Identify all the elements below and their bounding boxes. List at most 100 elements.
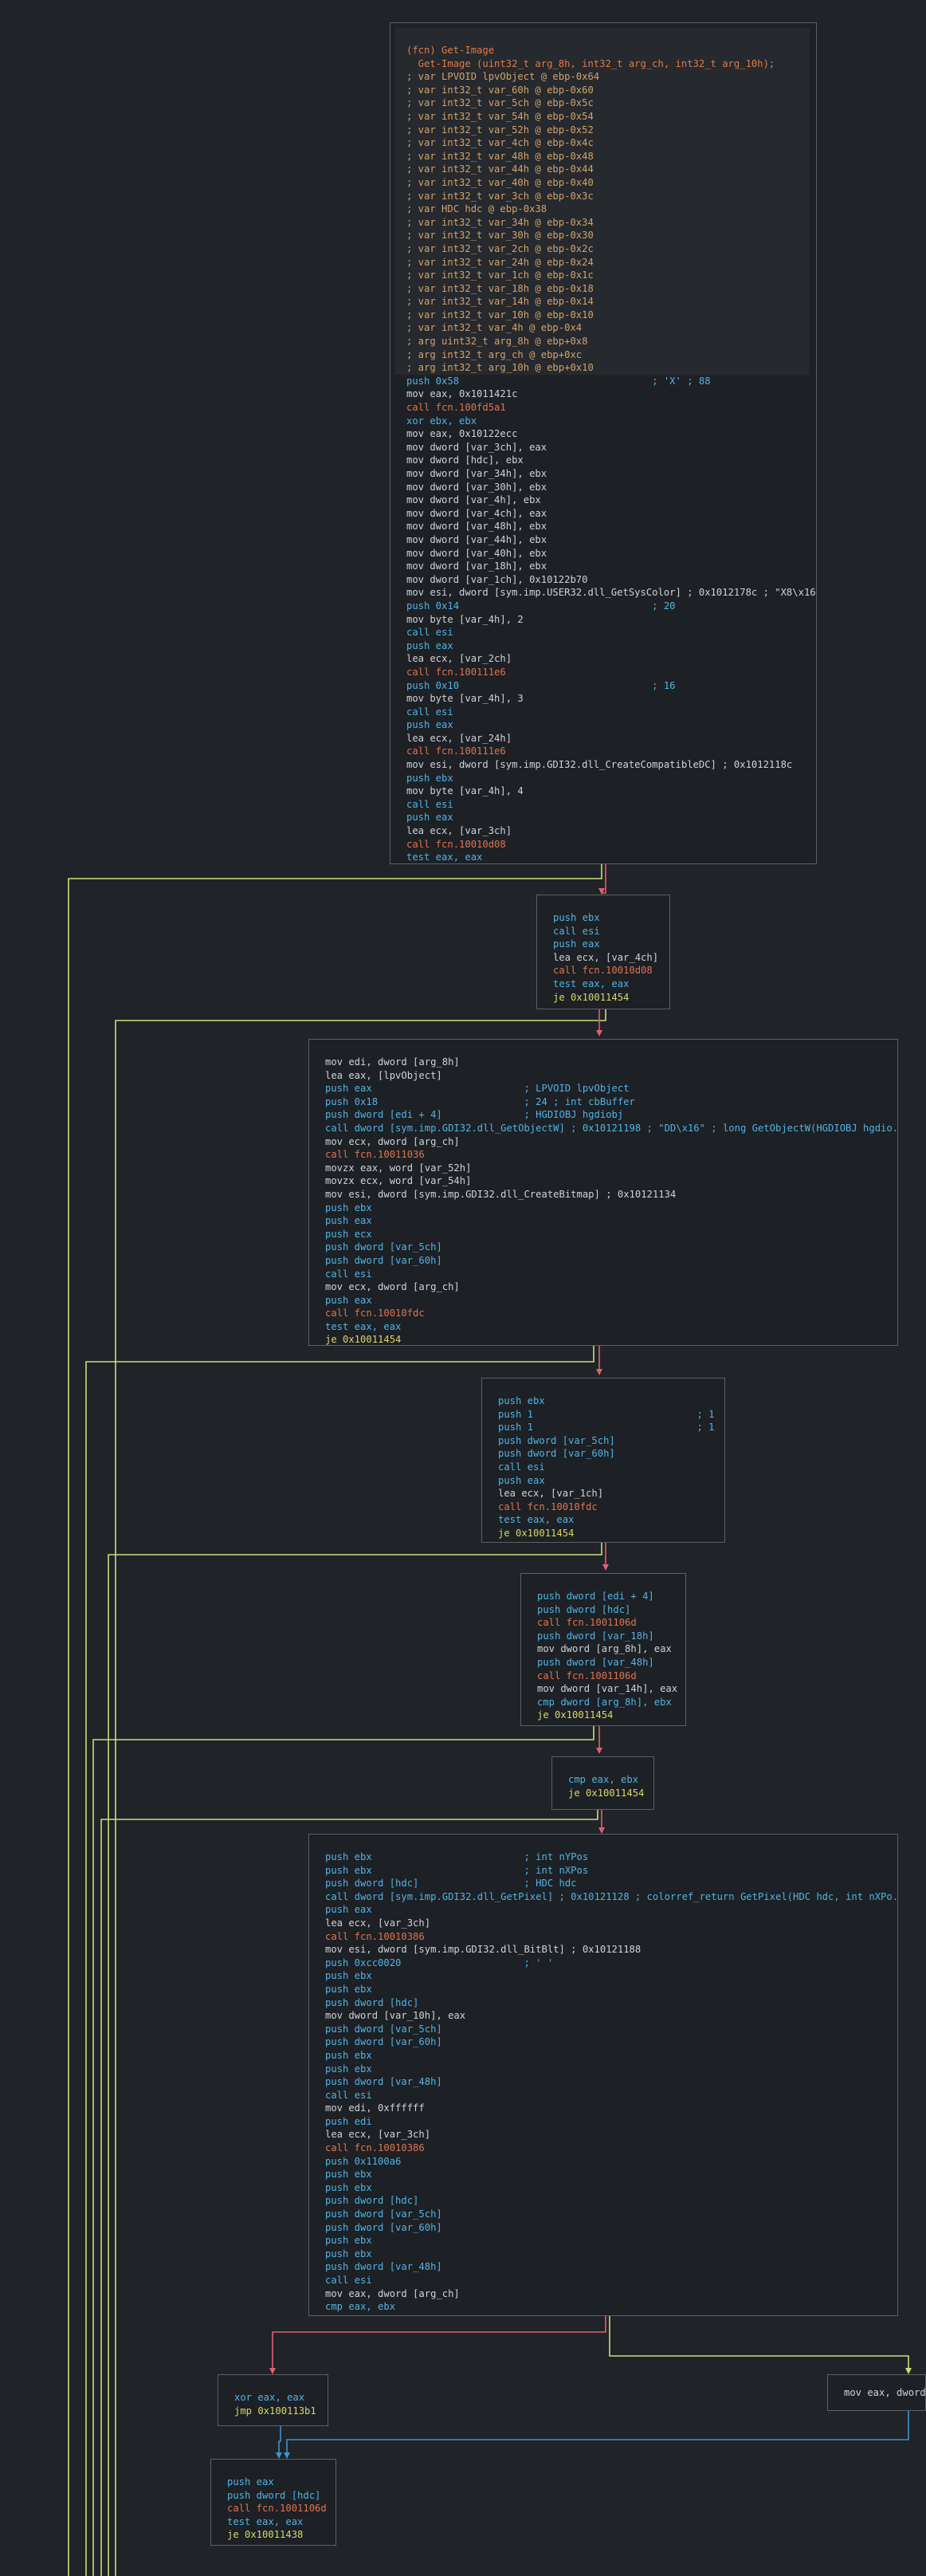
instruction-line[interactable]: mov dword [hdc], ebx bbox=[406, 454, 816, 467]
code-block-8[interactable]: mov eax, dword bbox=[827, 2374, 926, 2411]
variable-comment-line[interactable]: ; var int32_t var_52h @ ebp-0x52 bbox=[406, 124, 816, 137]
instruction-line[interactable]: lea ecx, [var_24h] bbox=[406, 732, 816, 745]
instruction-line[interactable]: push ebx bbox=[325, 2049, 897, 2063]
instruction-line[interactable]: mov ecx, dword [arg_ch] bbox=[325, 1135, 897, 1149]
call-instruction-line[interactable]: call fcn.100fd5a1 bbox=[406, 401, 816, 415]
instruction-line[interactable]: push 0x10 ; 16 bbox=[406, 679, 816, 693]
instruction-line[interactable]: mov dword [var_18h], ebx bbox=[406, 560, 816, 573]
instruction-line[interactable]: push eax bbox=[325, 1903, 897, 1917]
instruction-line[interactable]: test eax, eax bbox=[406, 851, 816, 863]
branch-instruction-line[interactable]: je 0x10011454 bbox=[568, 1787, 644, 1800]
instruction-line[interactable]: mov dword [var_10h], eax bbox=[325, 2009, 897, 2023]
instruction-line[interactable]: mov esi, dword [sym.imp.USER32.dll_GetSy… bbox=[406, 586, 816, 600]
instruction-line[interactable]: push 0xcc0020 ; ' ' bbox=[325, 1957, 897, 1970]
call-instruction-line[interactable]: call fcn.1001106d bbox=[537, 1669, 677, 1683]
instruction-line[interactable]: push ebx bbox=[325, 1969, 897, 1983]
instruction-line[interactable]: push eax bbox=[553, 938, 658, 951]
instruction-line[interactable]: mov eax, dword [arg_ch] bbox=[325, 2287, 897, 2301]
instruction-line[interactable]: cmp eax, ebx bbox=[568, 1773, 644, 1787]
instruction-line[interactable]: push eax bbox=[227, 2476, 327, 2489]
instruction-line[interactable]: push dword [hdc] ; HDC hdc bbox=[325, 1877, 897, 1890]
variable-comment-line[interactable]: ; arg int32_t arg_ch @ ebp+0xc bbox=[406, 348, 816, 362]
instruction-line[interactable]: lea ecx, [var_3ch] bbox=[325, 1917, 897, 1930]
instruction-line[interactable]: xor ebx, ebx bbox=[406, 415, 816, 428]
instruction-line[interactable]: movzx ecx, word [var_54h] bbox=[325, 1174, 897, 1188]
call-instruction-line[interactable]: call fcn.100111e6 bbox=[406, 745, 816, 758]
function-signature-line[interactable]: (fcn) Get-Image bbox=[406, 44, 816, 57]
instruction-line[interactable]: mov ecx, dword [arg_ch] bbox=[325, 1280, 897, 1294]
call-instruction-line[interactable]: call fcn.10010386 bbox=[325, 2141, 897, 2155]
instruction-line[interactable]: cmp dword [arg_8h], ebx bbox=[537, 1696, 677, 1709]
instruction-line[interactable]: push eax bbox=[325, 1294, 897, 1308]
instruction-line[interactable]: lea ecx, [var_1ch] bbox=[498, 1487, 715, 1500]
variable-comment-line[interactable]: ; arg uint32_t arg_8h @ ebp+0x8 bbox=[406, 335, 816, 348]
instruction-line[interactable]: push ebx bbox=[553, 911, 658, 925]
instruction-line[interactable]: lea eax, [lpvObject] bbox=[325, 1069, 897, 1083]
instruction-line[interactable]: push ebx bbox=[325, 2248, 897, 2261]
instruction-line[interactable]: lea ecx, [var_3ch] bbox=[325, 2128, 897, 2141]
variable-comment-line[interactable]: ; var int32_t var_60h @ ebp-0x60 bbox=[406, 84, 816, 97]
instruction-line[interactable]: mov dword [var_30h], ebx bbox=[406, 481, 816, 494]
instruction-line[interactable]: cmp eax, ebx bbox=[325, 2300, 897, 2314]
call-instruction-line[interactable]: call fcn.100111e6 bbox=[406, 666, 816, 679]
instruction-line[interactable]: mov dword [var_4ch], eax bbox=[406, 507, 816, 521]
instruction-line[interactable]: push edi bbox=[325, 2115, 897, 2129]
instruction-line[interactable]: push eax bbox=[406, 718, 816, 732]
code-block-7[interactable]: xor eax, eax jmp 0x100113b1 bbox=[218, 2374, 328, 2426]
instruction-line[interactable]: mov edi, 0xffffff bbox=[325, 2102, 897, 2115]
instruction-line[interactable]: push 1 ; 1 bbox=[498, 1408, 715, 1422]
variable-comment-line[interactable]: ; arg int32_t arg_10h @ ebp+0x10 bbox=[406, 361, 816, 375]
instruction-line[interactable]: call esi bbox=[406, 798, 816, 812]
instruction-line[interactable]: push ebx ; int nXPos bbox=[325, 1864, 897, 1878]
call-instruction-line[interactable]: call fcn.1001106d bbox=[537, 1616, 677, 1630]
instruction-line[interactable]: push ebx bbox=[498, 1394, 715, 1408]
instruction-line[interactable]: push ebx bbox=[325, 2181, 897, 2195]
instruction-line[interactable]: mov dword [var_44h], ebx bbox=[406, 533, 816, 547]
instruction-line[interactable]: call dword [sym.imp.GDI32.dll_GetPixel] … bbox=[325, 1890, 897, 1904]
instruction-line[interactable]: test eax, eax bbox=[325, 1320, 897, 1334]
instruction-line[interactable]: push dword [var_5ch] bbox=[325, 2023, 897, 2036]
instruction-line[interactable]: push ebx ; int nYPos bbox=[325, 1850, 897, 1864]
variable-comment-line[interactable]: ; var int32_t var_10h @ ebp-0x10 bbox=[406, 309, 816, 322]
instruction-line[interactable]: mov esi, dword [sym.imp.GDI32.dll_Create… bbox=[406, 758, 816, 772]
instruction-line[interactable]: push ebx bbox=[325, 1201, 897, 1215]
call-instruction-line[interactable]: call fcn.10010d08 bbox=[406, 838, 816, 851]
variable-comment-line[interactable]: ; var int32_t var_4h @ ebp-0x4 bbox=[406, 321, 816, 335]
call-instruction-line[interactable]: call fcn.10010fdc bbox=[325, 1307, 897, 1320]
instruction-line[interactable]: push dword [var_60h] bbox=[325, 2221, 897, 2235]
instruction-line[interactable]: push ebx bbox=[406, 772, 816, 785]
function-signature-line[interactable]: Get-Image (uint32_t arg_8h, int32_t arg_… bbox=[406, 57, 816, 71]
call-instruction-line[interactable]: call fcn.10010386 bbox=[325, 1930, 897, 1944]
instruction-line[interactable]: push dword [hdc] bbox=[537, 1603, 677, 1617]
instruction-line[interactable]: push eax ; LPVOID lpvObject bbox=[325, 1082, 897, 1095]
instruction-line[interactable]: mov dword [arg_8h], eax bbox=[537, 1642, 677, 1656]
code-block-entry[interactable]: (fcn) Get-Image Get-Image (uint32_t arg_… bbox=[390, 22, 817, 864]
instruction-line[interactable]: push dword [var_5ch] bbox=[325, 2208, 897, 2221]
instruction-line[interactable]: mov dword [var_34h], ebx bbox=[406, 467, 816, 481]
variable-comment-line[interactable]: ; var int32_t var_34h @ ebp-0x34 bbox=[406, 216, 816, 230]
instruction-line[interactable]: mov eax, 0x1011421c bbox=[406, 387, 816, 401]
variable-comment-line[interactable]: ; var int32_t var_30h @ ebp-0x30 bbox=[406, 229, 816, 242]
instruction-line[interactable]: mov eax, dword bbox=[844, 2386, 925, 2400]
instruction-line[interactable]: call esi bbox=[325, 2274, 897, 2287]
instruction-line[interactable]: push dword [var_5ch] bbox=[325, 1241, 897, 1254]
instruction-line[interactable]: call esi bbox=[406, 626, 816, 639]
instruction-line[interactable]: mov dword [var_14h], eax bbox=[537, 1682, 677, 1696]
instruction-line[interactable]: push 1 ; 1 bbox=[498, 1421, 715, 1434]
instruction-line[interactable]: mov edi, dword [arg_8h] bbox=[325, 1056, 897, 1069]
instruction-line[interactable]: push eax bbox=[406, 639, 816, 653]
instruction-line[interactable]: lea ecx, [var_4ch] bbox=[553, 951, 658, 965]
instruction-line[interactable]: test eax, eax bbox=[553, 977, 658, 991]
instruction-line[interactable]: lea ecx, [var_2ch] bbox=[406, 652, 816, 666]
instruction-line[interactable]: call esi bbox=[498, 1461, 715, 1474]
instruction-line[interactable]: push dword [var_60h] bbox=[498, 1447, 715, 1461]
instruction-line[interactable]: push dword [var_18h] bbox=[537, 1630, 677, 1643]
instruction-line[interactable]: push dword [hdc] bbox=[227, 2489, 327, 2503]
variable-comment-line[interactable]: ; var int32_t var_18h @ ebp-0x18 bbox=[406, 282, 816, 296]
code-block-2[interactable]: mov edi, dword [arg_8h] lea eax, [lpvObje… bbox=[308, 1039, 898, 1346]
variable-comment-line[interactable]: ; var int32_t var_40h @ ebp-0x40 bbox=[406, 176, 816, 190]
instruction-line[interactable]: push dword [var_48h] bbox=[537, 1656, 677, 1669]
instruction-line[interactable]: lea ecx, [var_3ch] bbox=[406, 824, 816, 838]
branch-instruction-line[interactable]: je 0x10011454 bbox=[325, 1333, 897, 1345]
branch-instruction-line[interactable]: jne 0x100113ae bbox=[325, 2314, 897, 2315]
